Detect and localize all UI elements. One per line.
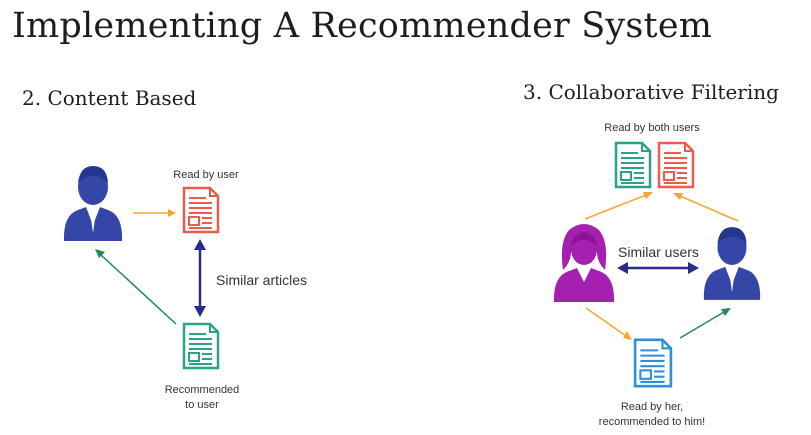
collaborative-arrows [584,192,739,340]
arrow-document-to-him [679,308,731,339]
arrow-him-to-shared-docs [673,193,739,222]
arrow-her-to-document [585,307,632,340]
arrow-similar-users [617,262,699,274]
arrow-her-to-shared-docs [584,192,653,220]
